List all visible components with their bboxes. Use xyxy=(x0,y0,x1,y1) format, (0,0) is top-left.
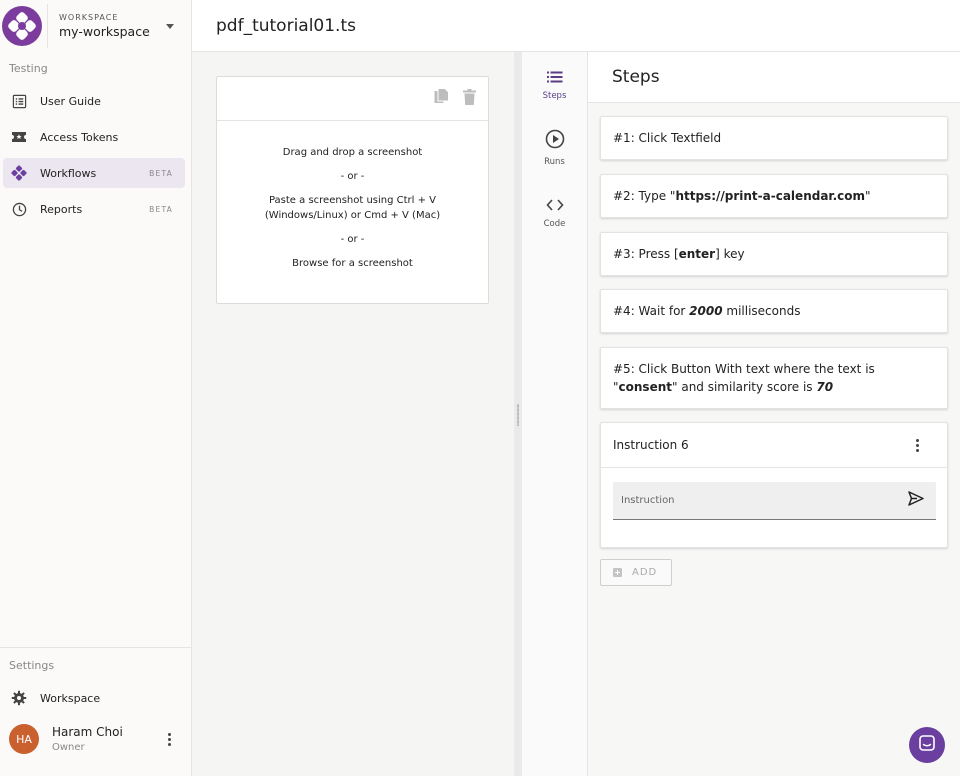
send-icon[interactable] xyxy=(908,491,924,510)
user-role: Owner xyxy=(52,742,85,753)
step-value: 2000 xyxy=(689,304,723,318)
user-profile[interactable]: HA Haram Choi Owner xyxy=(0,722,191,756)
step-text: ] key xyxy=(715,247,745,261)
tab-runs[interactable]: Runs xyxy=(522,116,587,180)
instruction-card: Instruction 6 xyxy=(600,422,948,548)
tab-code[interactable]: Code xyxy=(522,180,587,244)
step-text: #3: Press [ xyxy=(613,247,679,261)
tab-label: Steps xyxy=(542,90,567,101)
workspace-switcher[interactable]: WORKSPACE my-workspace xyxy=(0,0,191,52)
add-button-label: ADD xyxy=(632,567,658,578)
steps-header: Steps xyxy=(588,52,960,103)
or-divider: - or - xyxy=(340,171,365,182)
chat-button[interactable] xyxy=(909,727,945,763)
sidebar-item-workspace-settings[interactable]: Workspace xyxy=(3,683,185,713)
caret-down-icon[interactable] xyxy=(166,23,174,29)
delete-icon[interactable] xyxy=(463,88,476,109)
instruction-title: Instruction 6 xyxy=(613,438,689,452)
step-text: #2: Type " xyxy=(613,189,676,203)
step-text: " xyxy=(865,189,871,203)
instruction-field xyxy=(613,482,936,520)
step-card[interactable]: #4: Wait for 2000 milliseconds xyxy=(600,289,948,333)
step-value: consent xyxy=(618,380,672,394)
sidebar-item-label: Workspace xyxy=(40,691,101,705)
list-icon xyxy=(11,93,27,109)
add-step-button[interactable]: ADD xyxy=(600,559,672,586)
sidebar: WORKSPACE my-workspace Testing User Guid… xyxy=(0,0,192,776)
resize-handle[interactable] xyxy=(514,52,522,776)
sidebar-item-access-tokens[interactable]: Access Tokens xyxy=(3,122,185,152)
chat-icon xyxy=(919,735,935,755)
step-value: enter xyxy=(678,247,716,261)
step-value: 70 xyxy=(816,380,834,394)
clock-icon xyxy=(11,201,27,217)
beta-badge: BETA xyxy=(149,204,173,214)
workspace-kicker: WORKSPACE xyxy=(59,13,119,22)
gamepad-icon xyxy=(11,165,27,181)
section-label-testing: Testing xyxy=(9,62,48,75)
steps-title: Steps xyxy=(612,67,660,87)
step-text: milliseconds xyxy=(722,304,801,318)
panel-tab-rail: Steps Runs Code xyxy=(522,52,588,776)
paste-instruction-keys: (Windows/Linux) or Cmd + V (Mac) xyxy=(264,210,441,221)
step-text: " and similarity score is xyxy=(672,380,817,394)
sidebar-item-label: Access Tokens xyxy=(40,130,119,144)
add-box-icon xyxy=(613,568,622,577)
copy-icon[interactable] xyxy=(434,88,449,109)
avatar: HA xyxy=(9,724,39,754)
ticket-icon xyxy=(11,129,27,145)
step-card[interactable]: #2: Type "https://print-a-calendar.com" xyxy=(600,174,948,218)
step-card[interactable]: #3: Press [enter] key xyxy=(600,232,948,276)
steps-panel: Steps #1: Click Textfield #2: Type "http… xyxy=(588,52,960,776)
list-icon xyxy=(546,68,563,87)
workspace-logo xyxy=(2,6,42,46)
sidebar-bottom: Settings Workspace HA Haram Choi Owner xyxy=(0,647,191,756)
sidebar-item-label: Reports xyxy=(40,202,83,216)
or-divider: - or - xyxy=(340,234,365,245)
instruction-input[interactable] xyxy=(621,495,908,506)
sidebar-item-reports[interactable]: Reports BETA xyxy=(3,194,185,224)
more-vert-icon[interactable] xyxy=(163,732,175,746)
tab-steps[interactable]: Steps xyxy=(522,52,587,116)
top-header: pdf_tutorial01.ts xyxy=(192,0,960,52)
sidebar-item-workflows[interactable]: Workflows BETA xyxy=(3,158,185,188)
page-title: pdf_tutorial01.ts xyxy=(216,15,356,36)
divider xyxy=(47,4,48,48)
beta-badge: BETA xyxy=(149,168,173,178)
play-circle-icon xyxy=(545,129,565,153)
step-text: #1: Click Textfield xyxy=(613,131,722,145)
tab-label: Code xyxy=(543,218,566,229)
sidebar-nav: User Guide Access Tokens Workflows BETA … xyxy=(0,86,191,224)
sidebar-item-user-guide[interactable]: User Guide xyxy=(3,86,185,116)
step-card[interactable]: #5: Click Button With text where the tex… xyxy=(600,347,948,409)
screenshot-toolbar xyxy=(217,77,488,121)
more-vert-icon[interactable] xyxy=(911,438,923,452)
drop-instruction: Drag and drop a screenshot xyxy=(282,147,423,158)
paste-instruction: Paste a screenshot using Ctrl + V xyxy=(268,195,437,206)
step-value: https://print-a-calendar.com xyxy=(675,189,866,203)
section-label-settings: Settings xyxy=(9,659,55,672)
step-text: #4: Wait for xyxy=(613,304,690,318)
sidebar-item-label: User Guide xyxy=(40,94,101,108)
browse-link[interactable]: Browse for a screenshot xyxy=(217,256,488,271)
workspace-name: my-workspace xyxy=(59,24,150,39)
gear-icon xyxy=(11,690,27,706)
screenshot-pane: Drag and drop a screenshot - or - Paste … xyxy=(192,52,514,776)
sidebar-item-label: Workflows xyxy=(40,166,97,180)
user-name: Haram Choi xyxy=(52,725,123,739)
step-card[interactable]: #1: Click Textfield xyxy=(600,116,948,160)
code-icon xyxy=(545,196,564,215)
screenshot-dropzone[interactable]: Drag and drop a screenshot - or - Paste … xyxy=(216,76,489,304)
tab-label: Runs xyxy=(544,157,565,167)
